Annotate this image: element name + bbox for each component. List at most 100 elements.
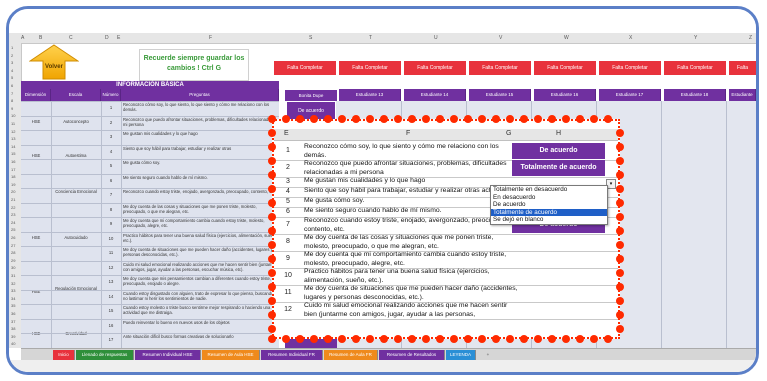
col-header[interactable]: G [506,130,511,137]
question-text[interactable]: Reconozco cuando estoy triste, enojado, … [304,217,519,234]
sheet-tab[interactable]: Resumen de Resultados [379,350,445,360]
dropdown-option[interactable]: Totalmente en desacuerdo [491,186,607,194]
row-number[interactable]: 38 [11,326,15,331]
question-text[interactable]: Me gusta cómo soy. [304,197,519,207]
volver-button[interactable]: Volver [28,44,80,80]
question-text[interactable]: Me doy cuenta de situaciones que me pued… [123,247,277,261]
col-header[interactable]: E [117,35,120,41]
question-number[interactable]: 3 [101,134,121,139]
col-header[interactable]: D [105,35,109,41]
row-number[interactable]: 28 [11,250,15,255]
question-number[interactable]: 5 [101,163,121,168]
question-number[interactable]: 7 [101,192,121,197]
row-number[interactable]: 29 [11,258,15,263]
dimension-cell[interactable]: HSE [21,235,51,240]
question-number[interactable]: 16 [101,323,121,328]
row-number[interactable]: 39 [11,334,15,339]
question-number[interactable]: 12 [101,265,121,270]
question-number[interactable]: 5 [278,198,298,205]
row-number[interactable]: 36 [11,311,15,316]
question-number[interactable]: 11 [278,289,298,296]
sheet-tab[interactable]: Inicio [53,350,75,360]
col-header[interactable]: F [209,35,212,41]
col-header[interactable]: Z [749,35,752,41]
row-number[interactable]: 3 [11,60,13,65]
question-number[interactable]: 4 [278,188,298,195]
col-header[interactable]: W [564,35,569,41]
question-text[interactable]: Reconozco cuando estoy triste, enojado, … [123,189,277,203]
answer-dropdown[interactable]: Totalmente en desacuerdo En desacuerdo De … [490,185,608,225]
row-number[interactable]: 12 [11,129,15,134]
row-number[interactable]: 24 [11,220,15,225]
question-number[interactable]: 9 [101,221,121,226]
dimension-cell[interactable]: HSE [21,119,51,124]
sheet-tab[interactable]: Resumen de Aula HSE [202,350,260,360]
row-number[interactable]: 8 [11,98,13,103]
row-number[interactable]: 25 [11,227,15,232]
dropdown-option[interactable]: Se dejó en blanco [491,216,607,224]
col-header[interactable]: H [556,130,561,137]
question-text[interactable]: Me gustan mis cualidades y lo que hago [123,131,277,145]
question-text[interactable]: Cuando estoy molesto o triste busco sent… [123,305,277,319]
row-number[interactable]: 14 [11,144,15,149]
sheet-tab[interactable]: Resumen Individual FR [261,350,323,360]
row-number[interactable]: 20 [11,189,15,194]
row-number[interactable]: 5 [11,75,13,80]
col-header[interactable]: V [499,35,502,41]
sheet-tab[interactable]: LEYENDA [446,350,476,360]
question-number[interactable]: 14 [101,294,121,299]
question-text[interactable]: Reconozco cómo soy, lo que siento y cómo… [304,143,519,160]
question-text[interactable]: Me doy cuenta que mi comportamiento camb… [304,251,519,268]
question-text[interactable]: Me siento seguro cuando hablo de mí mism… [304,207,519,217]
question-number[interactable]: 15 [101,308,121,313]
col-header[interactable]: E [284,130,289,137]
question-number[interactable]: 13 [101,279,121,284]
question-number[interactable]: 3 [278,178,298,185]
row-number[interactable]: 23 [11,212,15,217]
question-text[interactable]: Me doy cuenta de las cosas y situaciones… [123,204,277,218]
col-header[interactable]: S [309,35,312,41]
question-number[interactable]: 17 [101,337,121,342]
question-text[interactable]: Me doy cuenta que mi comportamiento camb… [123,218,277,232]
question-number[interactable]: 7 [278,221,298,228]
question-number[interactable]: 4 [101,149,121,154]
row-number[interactable]: 17 [11,167,15,172]
question-text[interactable]: Ante situación difícil busco formas crea… [123,334,277,348]
question-number[interactable]: 10 [278,272,298,279]
row-number[interactable]: 37 [11,319,15,324]
question-text[interactable]: Puedo reinventar lo bueno en nuevos usos… [123,320,277,334]
row-number[interactable]: 18 [11,174,15,179]
horizontal-scrollbar[interactable] [9,360,756,372]
col-header[interactable]: B [39,35,42,41]
dropdown-option[interactable]: En desacuerdo [491,194,607,202]
escala-cell[interactable]: Autoconcepto [51,119,101,124]
question-number[interactable]: 11 [101,250,121,255]
answer-cell[interactable]: De acuerdo [512,143,605,159]
escala-cell[interactable]: Autocuidado [51,235,101,240]
row-number[interactable]: 21 [11,197,15,202]
question-text[interactable]: Siento que soy hábil para trabajar, estu… [304,187,519,197]
col-header[interactable]: C [69,35,73,41]
row-number[interactable]: 32 [11,281,15,286]
question-number[interactable]: 9 [278,255,298,262]
question-number[interactable]: 10 [101,236,121,241]
question-text[interactable]: Me doy cuenta de situaciones que me pued… [304,285,519,302]
row-number[interactable]: 31 [11,273,15,278]
sheet-tab[interactable]: Resumen Individual HSE [135,350,201,360]
row-number[interactable]: 33 [11,288,15,293]
question-number[interactable]: 6 [278,208,298,215]
question-text[interactable]: Me doy cuenta que mis pensamientos cambi… [123,276,277,290]
row-number[interactable]: 35 [11,303,15,308]
question-text[interactable]: Me gusta cómo soy. [123,160,277,174]
row-number[interactable]: 1 [11,45,13,50]
answer-cell[interactable]: Totalmente de acuerdo [512,160,605,176]
col-header[interactable]: F [406,130,410,137]
row-number[interactable]: 19 [11,182,15,187]
question-text[interactable]: Practico hábitos para tener una buena sa… [304,268,519,285]
question-number[interactable]: 2 [101,120,121,125]
row-number[interactable]: 27 [11,243,15,248]
dimension-cell[interactable]: HSE [21,153,51,158]
row-number[interactable]: 16 [11,159,15,164]
row-number[interactable]: 9 [11,106,13,111]
col-header[interactable]: T [369,35,372,41]
